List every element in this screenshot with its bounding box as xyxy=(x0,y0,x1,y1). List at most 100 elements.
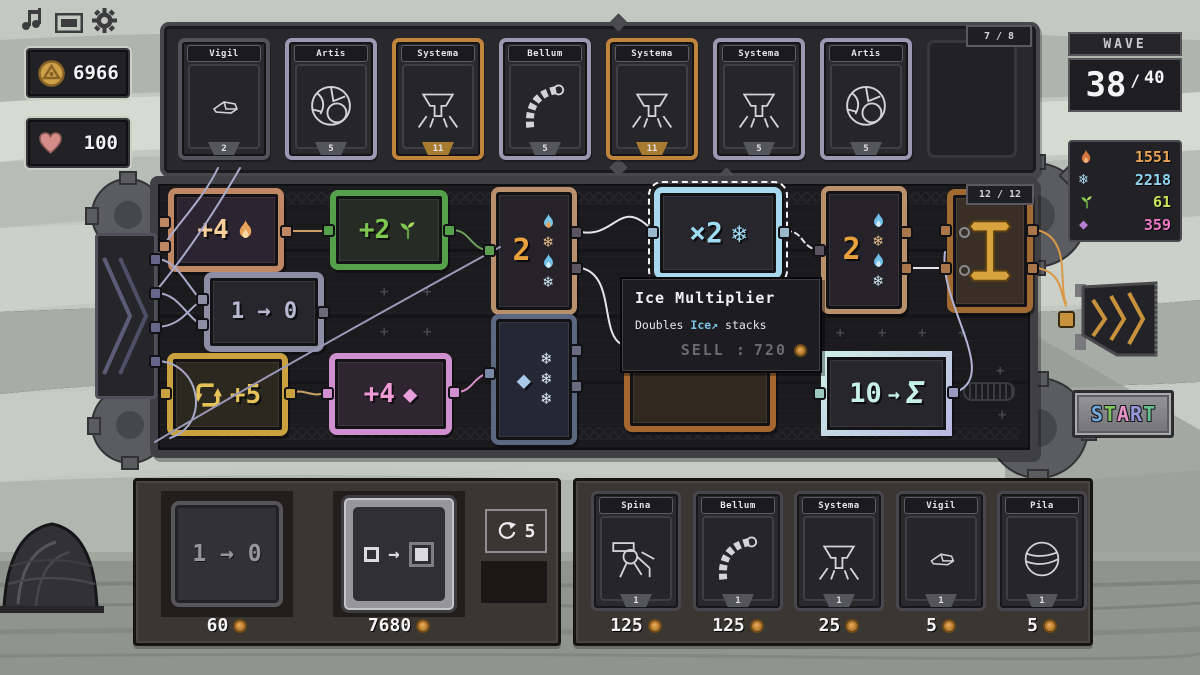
fire-icon xyxy=(871,252,886,270)
unit-art-bellum-icon xyxy=(509,64,581,149)
card-count: 11 xyxy=(636,142,668,155)
large-square-icon xyxy=(409,542,434,567)
card-name: Systema xyxy=(802,497,876,514)
shop-card-vigil[interactable]: Vigil 1 xyxy=(896,491,986,611)
card-name: Bellum xyxy=(701,497,775,514)
music-icon[interactable] xyxy=(20,8,44,34)
fire-value: 1551 xyxy=(1099,148,1171,166)
port-marker xyxy=(959,227,970,238)
ice-value: 2218 xyxy=(1094,171,1171,189)
stack-icons: ❄ ❄ ❄ xyxy=(541,351,551,408)
card-label: +4 xyxy=(197,217,228,243)
card-label: +4 xyxy=(364,381,395,407)
deck-card-bellum[interactable]: Bellum 5 xyxy=(499,38,591,160)
port xyxy=(443,224,456,237)
card-name: Systema xyxy=(722,45,796,62)
deck-card-systema[interactable]: Systema 5 xyxy=(713,38,805,160)
loop-icon xyxy=(194,381,222,409)
unit-art-systema-icon xyxy=(402,64,474,149)
chevron-right-icon xyxy=(98,236,154,396)
port xyxy=(158,216,171,229)
stack-icons: ❄ ❄ xyxy=(541,213,556,290)
deck-counter-badge: 7 / 8 xyxy=(966,25,1032,47)
empty-cell-plus: + xyxy=(878,326,886,340)
reroll-count: 5 xyxy=(525,521,536,542)
board-card-ice-column[interactable]: ◆ ❄ ❄ ❄ xyxy=(491,314,577,445)
deck-card-vigil[interactable]: Vigil 2 xyxy=(178,38,270,160)
start-letter: R xyxy=(1130,402,1142,426)
deck-counter: 7 / 8 xyxy=(984,31,1014,42)
shop-card-bellum[interactable]: Bellum 1 xyxy=(693,491,783,611)
port-marker xyxy=(959,265,970,276)
card-label: ×2 xyxy=(689,219,723,247)
card-name: Vigil xyxy=(187,45,261,62)
card-name: Pila xyxy=(1005,497,1079,514)
board-card-buffer[interactable]: 2 ❄ ❄ xyxy=(491,187,577,315)
fire-icon xyxy=(541,253,556,271)
wave-total: 40 xyxy=(1144,68,1164,88)
card-label: 1 → 0 xyxy=(231,301,297,323)
port xyxy=(448,386,461,399)
small-square-icon xyxy=(364,547,379,562)
coin-icon xyxy=(233,619,247,633)
deck-card-systema[interactable]: Systema 11 xyxy=(606,38,698,160)
price-tag: 25 xyxy=(794,615,884,636)
fire-icon xyxy=(871,212,886,230)
reroll-counter[interactable]: 5 xyxy=(485,509,547,553)
board-card-ibeam[interactable] xyxy=(947,189,1033,313)
display-icon[interactable] xyxy=(55,13,83,33)
health-counter: 100 xyxy=(26,118,130,168)
board-card-loop-add[interactable]: +5 xyxy=(167,353,288,436)
unit-art-artis-icon xyxy=(295,64,367,149)
unit-art-vigil-icon xyxy=(188,64,260,149)
card-name: Systema xyxy=(615,45,689,62)
board-card-ice-multiplier[interactable]: ×2 ❄ xyxy=(654,187,782,279)
port xyxy=(939,224,952,237)
board-card-gem-add[interactable]: +4 ◆ xyxy=(329,353,452,435)
fire-icon xyxy=(1079,149,1093,166)
deck-card-systema[interactable]: Systema 11 xyxy=(392,38,484,160)
board-card-buffer[interactable]: 2 ❄ ❄ xyxy=(821,186,907,314)
card-label: 10 xyxy=(849,380,882,407)
snowflake-icon: ❄ xyxy=(541,351,551,368)
card-name: Artis xyxy=(294,45,368,62)
card-count: 2 xyxy=(208,142,240,155)
shop-card-pila[interactable]: Pila 1 xyxy=(997,491,1087,611)
sell-label: SELL : xyxy=(681,341,747,359)
output-funnel xyxy=(1055,278,1170,363)
unit-art-systema-icon xyxy=(616,64,688,149)
start-button[interactable]: S T A R T xyxy=(1072,390,1174,438)
snowflake-icon: ❄ xyxy=(541,371,551,388)
board-card-convert[interactable]: 1 → 0 xyxy=(204,272,324,352)
craft-panel: 1 → 0 → 5 60 7680 xyxy=(133,478,561,646)
refresh-icon xyxy=(497,521,517,541)
craft-item-upgrade[interactable]: → xyxy=(341,495,457,613)
wave-title: WAVE xyxy=(1103,37,1146,52)
price-tag: 60 xyxy=(161,615,293,636)
port xyxy=(149,253,162,266)
snowflake-icon: ❄ xyxy=(732,221,747,246)
board-card-fire-add[interactable]: +4 xyxy=(168,188,284,272)
shop-card-spina[interactable]: Spina 1 xyxy=(591,491,681,611)
resource-panel: 1551 ❄ 2218 61 ◆ 359 xyxy=(1068,140,1182,242)
board-card-merge[interactable]: 10 → Σ xyxy=(821,351,952,436)
tooltip-title: Ice Multiplier xyxy=(635,289,807,307)
tooltip-ice-multiplier: Ice Multiplier Doubles Ice↗ stacks SELL … xyxy=(620,277,822,373)
port xyxy=(570,344,583,357)
shop-card-systema[interactable]: Systema 1 xyxy=(794,491,884,611)
gem-value: 359 xyxy=(1094,216,1171,234)
port xyxy=(321,387,334,400)
unit-art-vigil-icon xyxy=(905,516,977,601)
board-card-plant-add[interactable]: +2 xyxy=(330,190,448,270)
port xyxy=(570,380,583,393)
port xyxy=(947,386,960,399)
coin-icon xyxy=(794,344,807,357)
deck-empty-slot[interactable] xyxy=(927,40,1017,158)
gear-icon[interactable] xyxy=(92,8,117,33)
snowflake-icon: ❄ xyxy=(873,233,883,249)
deck-card-artis[interactable]: Artis 5 xyxy=(820,38,912,160)
empty-cell-plus: + xyxy=(998,408,1006,422)
arrow-icon: → xyxy=(388,543,399,565)
craft-item-convert[interactable]: 1 → 0 xyxy=(171,501,283,607)
deck-card-artis[interactable]: Artis 5 xyxy=(285,38,377,160)
